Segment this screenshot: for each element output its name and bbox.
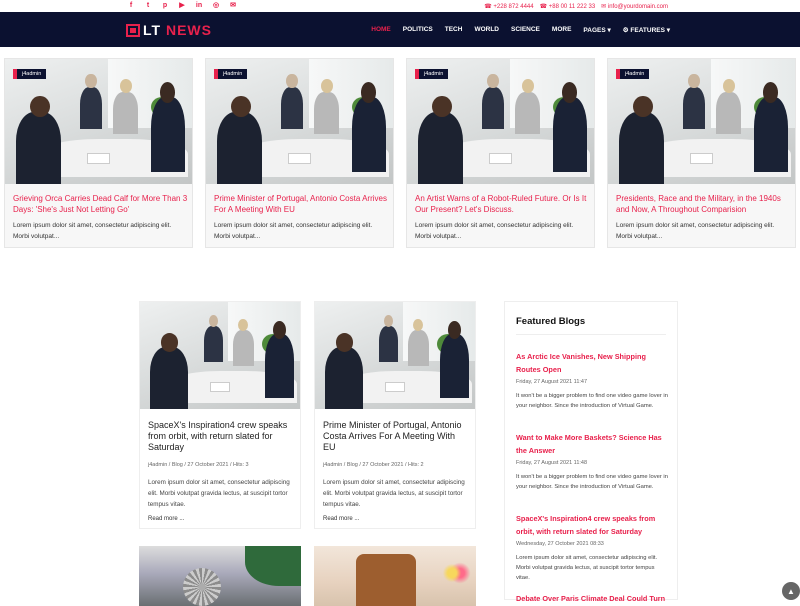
card-excerpt: Lorem ipsum dolor sit amet, consectetur … bbox=[13, 220, 188, 242]
blog-post: Prime Minister of Portugal, Antonio Cost… bbox=[314, 301, 476, 529]
menu-features[interactable]: ⚙ FEATURES ▾ bbox=[623, 26, 670, 34]
author-badge[interactable]: j4admin bbox=[616, 69, 649, 79]
post-image[interactable] bbox=[315, 302, 475, 409]
twitter-icon[interactable]: t bbox=[143, 1, 153, 11]
post-excerpt: Lorem ipsum dolor sit amet, consectetur … bbox=[323, 477, 473, 510]
sidebar-item: Want to Make More Baskets? Science Has t… bbox=[516, 431, 668, 492]
featured-card[interactable]: j4admin Presidents, Race and the Militar… bbox=[607, 58, 796, 248]
post-image-partial[interactable] bbox=[139, 546, 301, 606]
menu-politics[interactable]: POLITICS bbox=[403, 26, 433, 33]
sidebar-item-title[interactable]: Debate Over Paris Climate Deal Could Tur… bbox=[516, 592, 668, 605]
card-title[interactable]: An Artist Warns of a Robot-Ruled Future.… bbox=[415, 193, 590, 215]
logo-text: LT NEWS bbox=[143, 22, 212, 38]
phone-2[interactable]: ☎ +88 00 11 222 33 bbox=[540, 3, 596, 10]
menu-world[interactable]: WORLD bbox=[474, 26, 499, 33]
post-meta: j4admin / Blog / 27 October 2021 / Hits:… bbox=[148, 462, 249, 468]
sidebar-heading: Featured Blogs bbox=[516, 316, 585, 327]
author-badge[interactable]: j4admin bbox=[415, 69, 448, 79]
chevron-up-icon: ▲ bbox=[787, 587, 795, 596]
card-title[interactable]: Prime Minister of Portugal, Antonio Cost… bbox=[214, 193, 389, 215]
featured-card[interactable]: j4admin An Artist Warns of a Robot-Ruled… bbox=[406, 58, 595, 248]
sidebar-item-date: Friday, 27 August 2021 11:48 bbox=[516, 460, 668, 466]
facebook-icon[interactable]: f bbox=[126, 1, 136, 11]
phone-1-text: +228 872 4444 bbox=[493, 4, 533, 10]
featured-cards: j4admin Grieving Orca Carries Dead Calf … bbox=[4, 58, 796, 248]
sidebar-item-excerpt: It won't be a bigger problem to find one… bbox=[516, 391, 668, 411]
email-text: info@yourdomain.com bbox=[608, 4, 668, 10]
sidebar-item: SpaceX's Inspiration4 crew speaks from o… bbox=[516, 512, 668, 583]
sidebar-item-excerpt: It won't be a bigger problem to find one… bbox=[516, 472, 668, 492]
menu-more[interactable]: MORE bbox=[552, 26, 572, 33]
featured-card[interactable]: j4admin Grieving Orca Carries Dead Calf … bbox=[4, 58, 193, 248]
post-meta: j4admin / Blog / 27 October 2021 / Hits:… bbox=[323, 462, 424, 468]
featured-card[interactable]: j4admin Prime Minister of Portugal, Anto… bbox=[205, 58, 394, 248]
post-image-partial[interactable] bbox=[314, 546, 476, 606]
contact-info: ☎ +228 872 4444 ☎ +88 00 11 222 33 ✉ inf… bbox=[484, 3, 668, 10]
card-title[interactable]: Grieving Orca Carries Dead Calf for More… bbox=[13, 193, 188, 215]
scroll-to-top-button[interactable]: ▲ bbox=[782, 582, 800, 600]
logo-prefix: LT bbox=[143, 22, 161, 38]
site-logo[interactable]: LT NEWS bbox=[126, 22, 212, 38]
linkedin-icon[interactable]: in bbox=[194, 1, 204, 11]
phone-1[interactable]: ☎ +228 872 4444 bbox=[484, 3, 533, 10]
card-title[interactable]: Presidents, Race and the Military, in th… bbox=[616, 193, 791, 215]
logo-suffix: NEWS bbox=[166, 22, 212, 38]
post-title[interactable]: SpaceX's Inspiration4 crew speaks from o… bbox=[148, 420, 294, 453]
post-title[interactable]: Prime Minister of Portugal, Antonio Cost… bbox=[323, 420, 469, 453]
menu-tech[interactable]: TECH bbox=[445, 26, 463, 33]
menu-home[interactable]: HOME bbox=[371, 26, 391, 33]
youtube-icon[interactable]: ▶ bbox=[177, 1, 187, 11]
menu-pages[interactable]: PAGES ▾ bbox=[583, 26, 610, 34]
social-links: f t p ▶ in ◎ ✉ bbox=[126, 1, 238, 11]
read-more-link[interactable]: Read more ... bbox=[148, 516, 184, 522]
divider bbox=[516, 334, 666, 335]
sidebar-item-date: Friday, 27 August 2021 11:47 bbox=[516, 379, 668, 385]
top-bar: f t p ▶ in ◎ ✉ ☎ +228 872 4444 ☎ +88 00 … bbox=[0, 0, 800, 12]
email-link[interactable]: ✉ info@yourdomain.com bbox=[601, 3, 668, 10]
author-badge[interactable]: j4admin bbox=[13, 69, 46, 79]
card-excerpt: Lorem ipsum dolor sit amet, consectetur … bbox=[415, 220, 590, 242]
sidebar-item: As Arctic Ice Vanishes, New Shipping Rou… bbox=[516, 350, 668, 411]
featured-blogs-sidebar: Featured Blogs As Arctic Ice Vanishes, N… bbox=[504, 301, 678, 600]
sidebar-item-date: Wednesday, 27 October 2021 08:33 bbox=[516, 541, 668, 547]
main-navbar: LT NEWS HOME POLITICS TECH WORLD SCIENCE… bbox=[0, 12, 800, 47]
card-excerpt: Lorem ipsum dolor sit amet, consectetur … bbox=[214, 220, 389, 242]
author-badge[interactable]: j4admin bbox=[214, 69, 247, 79]
sidebar-item-excerpt: Lorem ipsum dolor sit amet, consectetur … bbox=[516, 553, 668, 583]
sidebar-item: Debate Over Paris Climate Deal Could Tur… bbox=[516, 592, 668, 605]
email-icon[interactable]: ✉ bbox=[228, 1, 238, 11]
post-image[interactable] bbox=[140, 302, 300, 409]
card-excerpt: Lorem ipsum dolor sit amet, consectetur … bbox=[616, 220, 791, 242]
main-menu: HOME POLITICS TECH WORLD SCIENCE MORE PA… bbox=[371, 12, 670, 47]
sidebar-item-title[interactable]: Want to Make More Baskets? Science Has t… bbox=[516, 431, 668, 457]
instagram-icon[interactable]: ◎ bbox=[211, 1, 221, 11]
pinterest-icon[interactable]: p bbox=[160, 1, 170, 11]
sidebar-item-title[interactable]: As Arctic Ice Vanishes, New Shipping Rou… bbox=[516, 350, 668, 376]
phone-2-text: +88 00 11 222 33 bbox=[549, 4, 595, 10]
menu-science[interactable]: SCIENCE bbox=[511, 26, 540, 33]
sidebar-item-title[interactable]: SpaceX's Inspiration4 crew speaks from o… bbox=[516, 512, 668, 538]
post-excerpt: Lorem ipsum dolor sit amet, consectetur … bbox=[148, 477, 298, 510]
read-more-link[interactable]: Read more ... bbox=[323, 516, 359, 522]
logo-mark-icon bbox=[126, 24, 140, 37]
blog-post: SpaceX's Inspiration4 crew speaks from o… bbox=[139, 301, 301, 529]
